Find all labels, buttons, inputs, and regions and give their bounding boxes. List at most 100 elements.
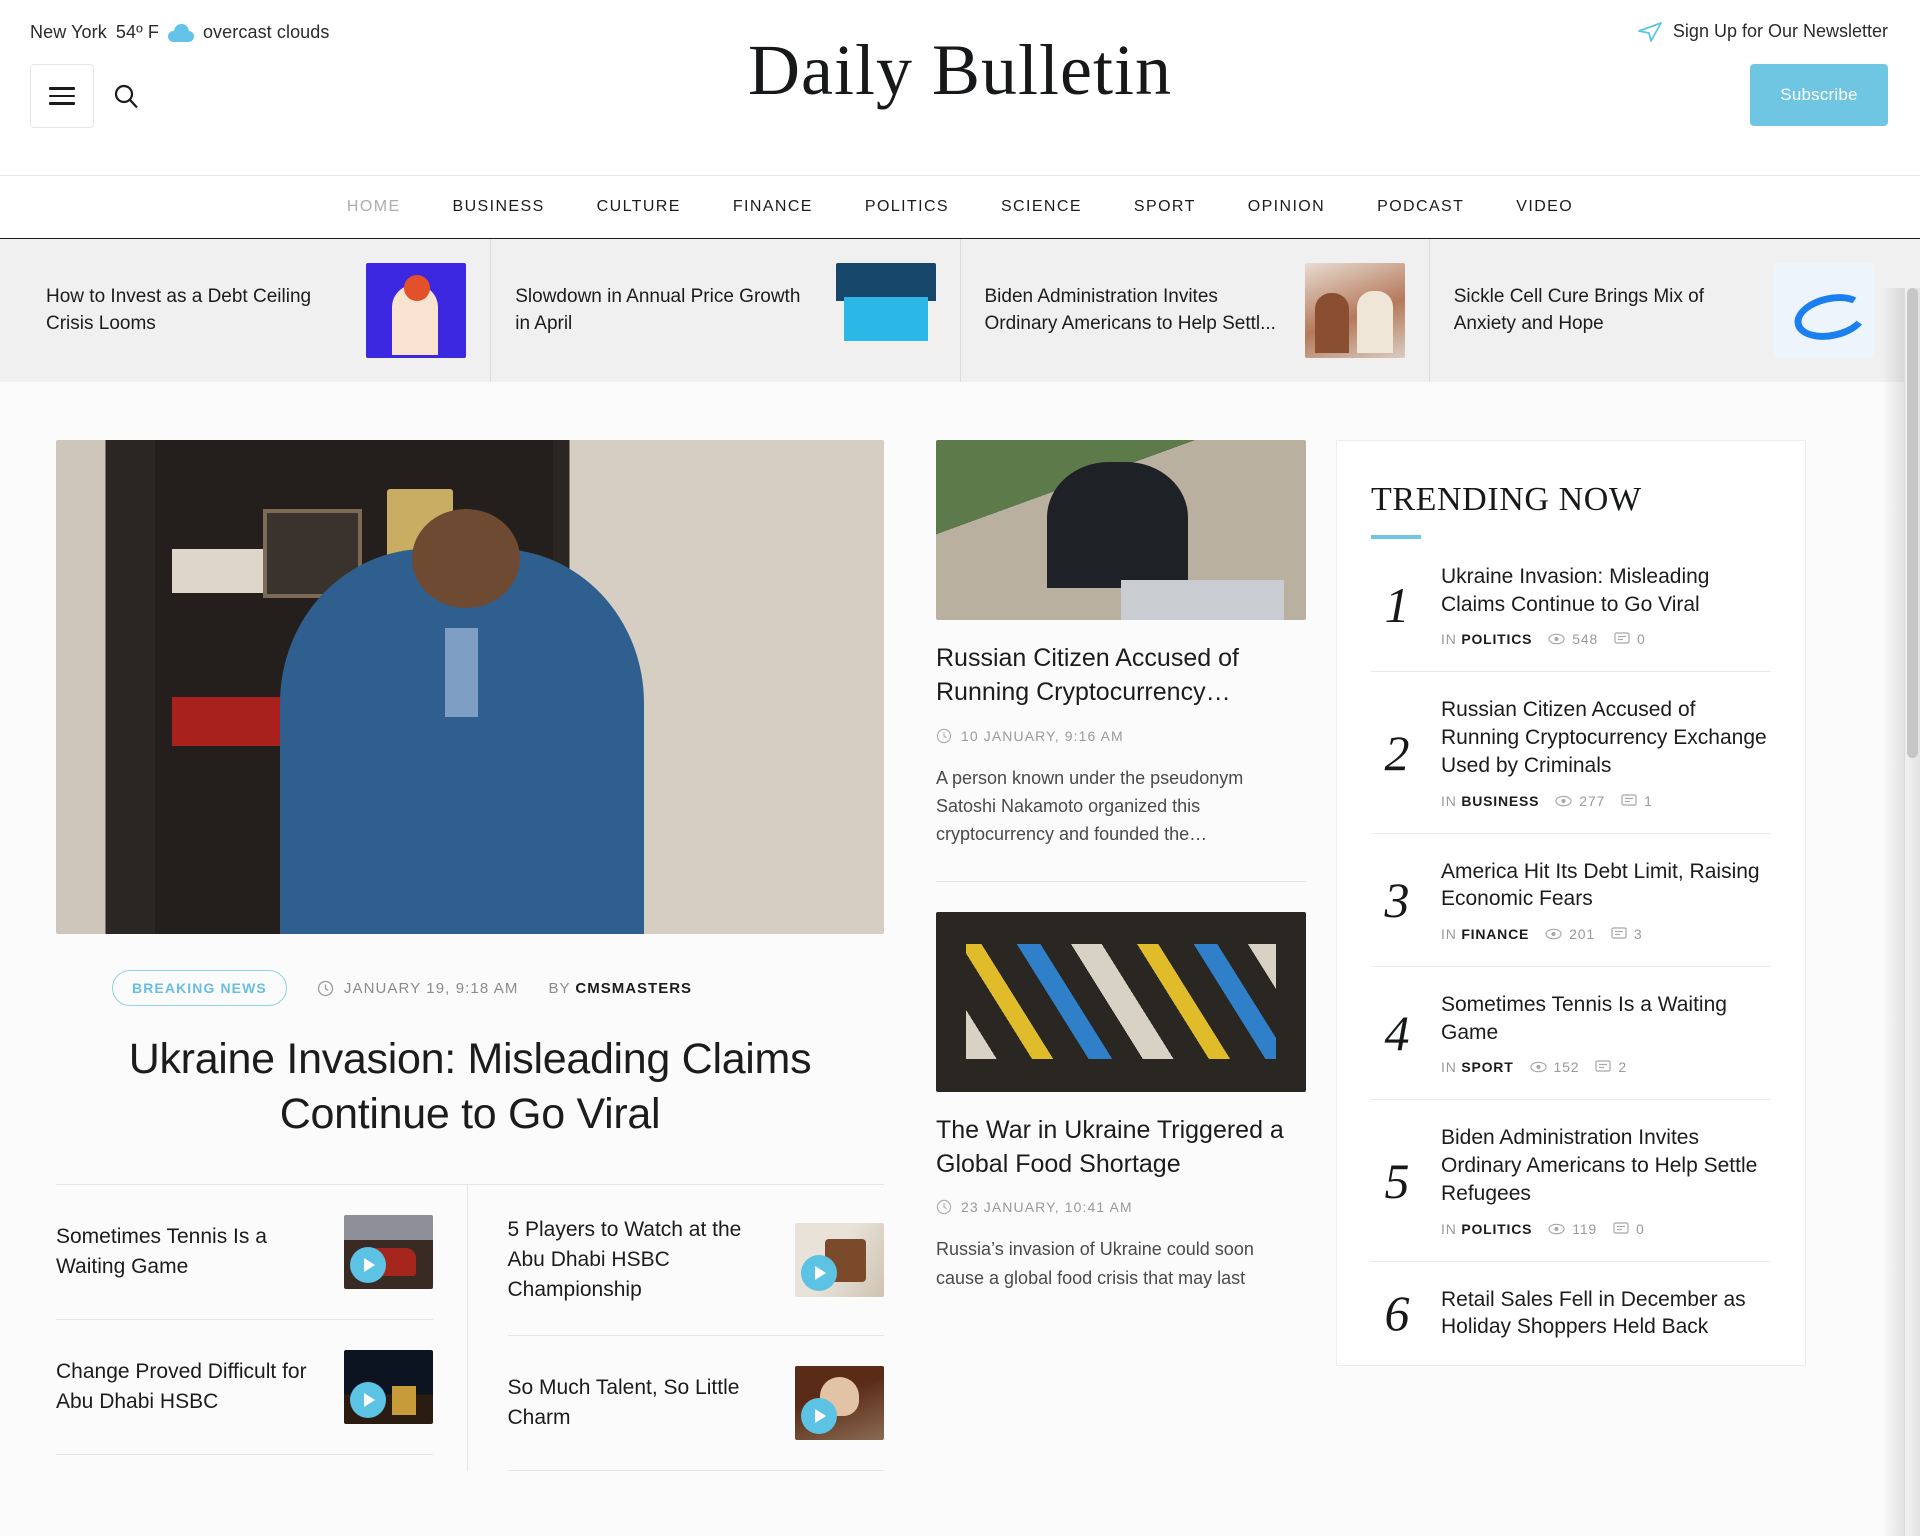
- nav-item-opinion[interactable]: OPINION: [1222, 198, 1351, 216]
- sub-column-right: 5 Players to Watch at the Abu Dhabi HSBC…: [468, 1185, 884, 1471]
- play-icon[interactable]: [801, 1254, 837, 1291]
- trending-item[interactable]: 3 America Hit Its Debt Limit, Raising Ec…: [1371, 834, 1771, 968]
- article-date: 23 JANUARY, 10:41 AM: [936, 1199, 1306, 1215]
- news-ticker: How to Invest as a Debt Ceiling Crisis L…: [0, 239, 1920, 382]
- sub-article-thumbnail: [343, 1215, 433, 1290]
- trending-title[interactable]: Sometimes Tennis Is a Waiting Game: [1441, 991, 1771, 1046]
- nav-item-culture[interactable]: CULTURE: [571, 198, 707, 216]
- eye-icon: [1555, 795, 1572, 807]
- ticker-title[interactable]: Slowdown in Annual Price Growth in April: [515, 284, 817, 338]
- article-card[interactable]: Russian Citizen Accused of Running Crypt…: [936, 440, 1306, 881]
- trending-category[interactable]: IN SPORT: [1441, 1059, 1514, 1075]
- hero-image[interactable]: [56, 440, 884, 934]
- page-title[interactable]: Ukraine Invasion: Misleading Claims Cont…: [56, 1032, 884, 1142]
- site-logo[interactable]: Daily Bulletin: [0, 34, 1920, 106]
- nav-item-business[interactable]: BUSINESS: [427, 198, 571, 216]
- trending-item[interactable]: 4 Sometimes Tennis Is a Waiting Game IN …: [1371, 967, 1771, 1101]
- article-excerpt: Russia’s invasion of Ukraine could soon …: [936, 1239, 1254, 1288]
- article-date: 10 JANUARY, 9:16 AM: [936, 728, 1306, 744]
- article-image[interactable]: [936, 911, 1306, 1092]
- nav-item-politics[interactable]: POLITICS: [839, 198, 975, 216]
- trending-body: Retail Sales Fell in December as Holiday…: [1441, 1286, 1771, 1341]
- play-icon[interactable]: [349, 1382, 386, 1419]
- ticker-item[interactable]: How to Invest as a Debt Ceiling Crisis L…: [22, 239, 492, 382]
- trending-category[interactable]: IN BUSINESS: [1441, 793, 1539, 809]
- status-badge[interactable]: BREAKING NEWS: [112, 970, 287, 1006]
- scrollbar[interactable]: [1904, 288, 1920, 1536]
- ticker-item[interactable]: Slowdown in Annual Price Growth in April: [491, 239, 961, 382]
- newsletter-signup-link[interactable]: Sign Up for Our Newsletter: [1638, 21, 1888, 42]
- clock-icon: [317, 980, 334, 997]
- ticker-title[interactable]: Sickle Cell Cure Brings Mix of Anxiety a…: [1454, 284, 1756, 338]
- trending-category[interactable]: IN FINANCE: [1441, 926, 1529, 942]
- sub-article-title[interactable]: 5 Players to Watch at the Abu Dhabi HSBC…: [508, 1215, 778, 1304]
- list-item[interactable]: 5 Players to Watch at the Abu Dhabi HSBC…: [507, 1185, 884, 1336]
- list-item[interactable]: Change Proved Difficult for Abu Dhabi HS…: [56, 1320, 433, 1456]
- comment-icon: [1595, 1060, 1611, 1074]
- trending-title[interactable]: America Hit Its Debt Limit, Raising Econ…: [1441, 858, 1771, 913]
- trending-meta: IN POLITICS 119 0: [1441, 1221, 1771, 1237]
- trending-category[interactable]: IN POLITICS: [1441, 631, 1532, 647]
- paper-plane-icon: [1638, 21, 1662, 42]
- view-count: 119: [1548, 1221, 1597, 1237]
- ticker-title[interactable]: Biden Administration Invites Ordinary Am…: [985, 284, 1287, 338]
- trending-rank: 2: [1384, 724, 1410, 781]
- subscribe-button[interactable]: Subscribe: [1750, 64, 1888, 126]
- trending-rank: 3: [1384, 871, 1410, 928]
- view-count: 277: [1555, 793, 1605, 809]
- trending-item[interactable]: 5 Biden Administration Invites Ordinary …: [1371, 1100, 1771, 1262]
- comment-icon: [1613, 1222, 1629, 1236]
- ticker-item[interactable]: Biden Administration Invites Ordinary Am…: [961, 239, 1430, 382]
- trending-title[interactable]: Retail Sales Fell in December as Holiday…: [1441, 1286, 1771, 1341]
- ticker-item[interactable]: Sickle Cell Cure Brings Mix of Anxiety a…: [1430, 239, 1898, 382]
- sidebar: TRENDING NOW 1 Ukraine Invasion: Mislead…: [1336, 440, 1806, 1367]
- trending-title[interactable]: Ukraine Invasion: Misleading Claims Cont…: [1441, 563, 1771, 618]
- article-card[interactable]: The War in Ukraine Triggered a Global Fo…: [936, 911, 1306, 1324]
- trending-body: Russian Citizen Accused of Running Crypt…: [1441, 696, 1771, 808]
- article-title[interactable]: Russian Citizen Accused of Running Crypt…: [936, 642, 1306, 710]
- article-image[interactable]: [936, 440, 1306, 620]
- secondary-column: Russian Citizen Accused of Running Crypt…: [936, 440, 1336, 1324]
- nav-item-video[interactable]: VIDEO: [1490, 198, 1599, 216]
- trending-item[interactable]: 6 Retail Sales Fell in December as Holid…: [1371, 1262, 1771, 1365]
- nav-item-home[interactable]: HOME: [321, 198, 427, 216]
- hero-by-prefix: BY: [548, 979, 571, 997]
- play-icon[interactable]: [349, 1247, 386, 1284]
- trending-category[interactable]: IN POLITICS: [1441, 1221, 1532, 1237]
- sub-article-title[interactable]: Change Proved Difficult for Abu Dhabi HS…: [56, 1357, 326, 1417]
- trending-item[interactable]: 1 Ukraine Invasion: Misleading Claims Co…: [1371, 539, 1771, 673]
- page-root: New York 54º F overcast clouds Daily Bul…: [0, 0, 1920, 1536]
- newsletter-label: Sign Up for Our Newsletter: [1672, 21, 1888, 41]
- hero-date: JANUARY 19, 9:18 AM: [317, 980, 519, 997]
- comment-icon: [1621, 793, 1637, 808]
- ticker-thumbnail: [1774, 263, 1874, 358]
- article-date-text: 10 JANUARY, 9:16 AM: [961, 727, 1124, 744]
- trending-title[interactable]: Biden Administration Invites Ordinary Am…: [1441, 1124, 1771, 1207]
- play-icon[interactable]: [801, 1397, 837, 1434]
- hero-art-tie: [445, 627, 479, 717]
- list-item[interactable]: Sometimes Tennis Is a Waiting Game: [56, 1185, 433, 1321]
- view-count: 152: [1529, 1059, 1580, 1075]
- sub-article-title[interactable]: So Much Talent, So Little Charm: [508, 1373, 778, 1433]
- trending-title[interactable]: Russian Citizen Accused of Running Crypt…: [1441, 696, 1771, 779]
- trending-widget: TRENDING NOW 1 Ukraine Invasion: Mislead…: [1336, 440, 1806, 1367]
- trending-rank: 4: [1384, 1005, 1410, 1062]
- ticker-title[interactable]: How to Invest as a Debt Ceiling Crisis L…: [46, 284, 348, 338]
- comment-count: 2: [1595, 1059, 1627, 1075]
- nav-item-finance[interactable]: FINANCE: [707, 198, 839, 216]
- scrollbar-thumb[interactable]: [1907, 288, 1918, 758]
- sub-article-title[interactable]: Sometimes Tennis Is a Waiting Game: [56, 1222, 326, 1282]
- divider: [936, 880, 1306, 882]
- nav-item-science[interactable]: SCIENCE: [975, 198, 1108, 216]
- nav-item-sport[interactable]: SPORT: [1108, 198, 1222, 216]
- article-title[interactable]: The War in Ukraine Triggered a Global Fo…: [936, 1114, 1306, 1182]
- hero-date-text: JANUARY 19, 9:18 AM: [343, 979, 519, 997]
- comment-count: 1: [1621, 793, 1653, 809]
- nav-item-podcast[interactable]: PODCAST: [1351, 198, 1490, 216]
- hero-author-name[interactable]: CMSMASTERS: [575, 980, 692, 997]
- trending-item[interactable]: 2 Russian Citizen Accused of Running Cry…: [1371, 672, 1771, 834]
- clock-icon: [936, 728, 952, 744]
- eye-icon: [1548, 1223, 1565, 1235]
- sub-column-left: Sometimes Tennis Is a Waiting Game Chang…: [56, 1185, 468, 1471]
- list-item[interactable]: So Much Talent, So Little Charm: [507, 1336, 884, 1471]
